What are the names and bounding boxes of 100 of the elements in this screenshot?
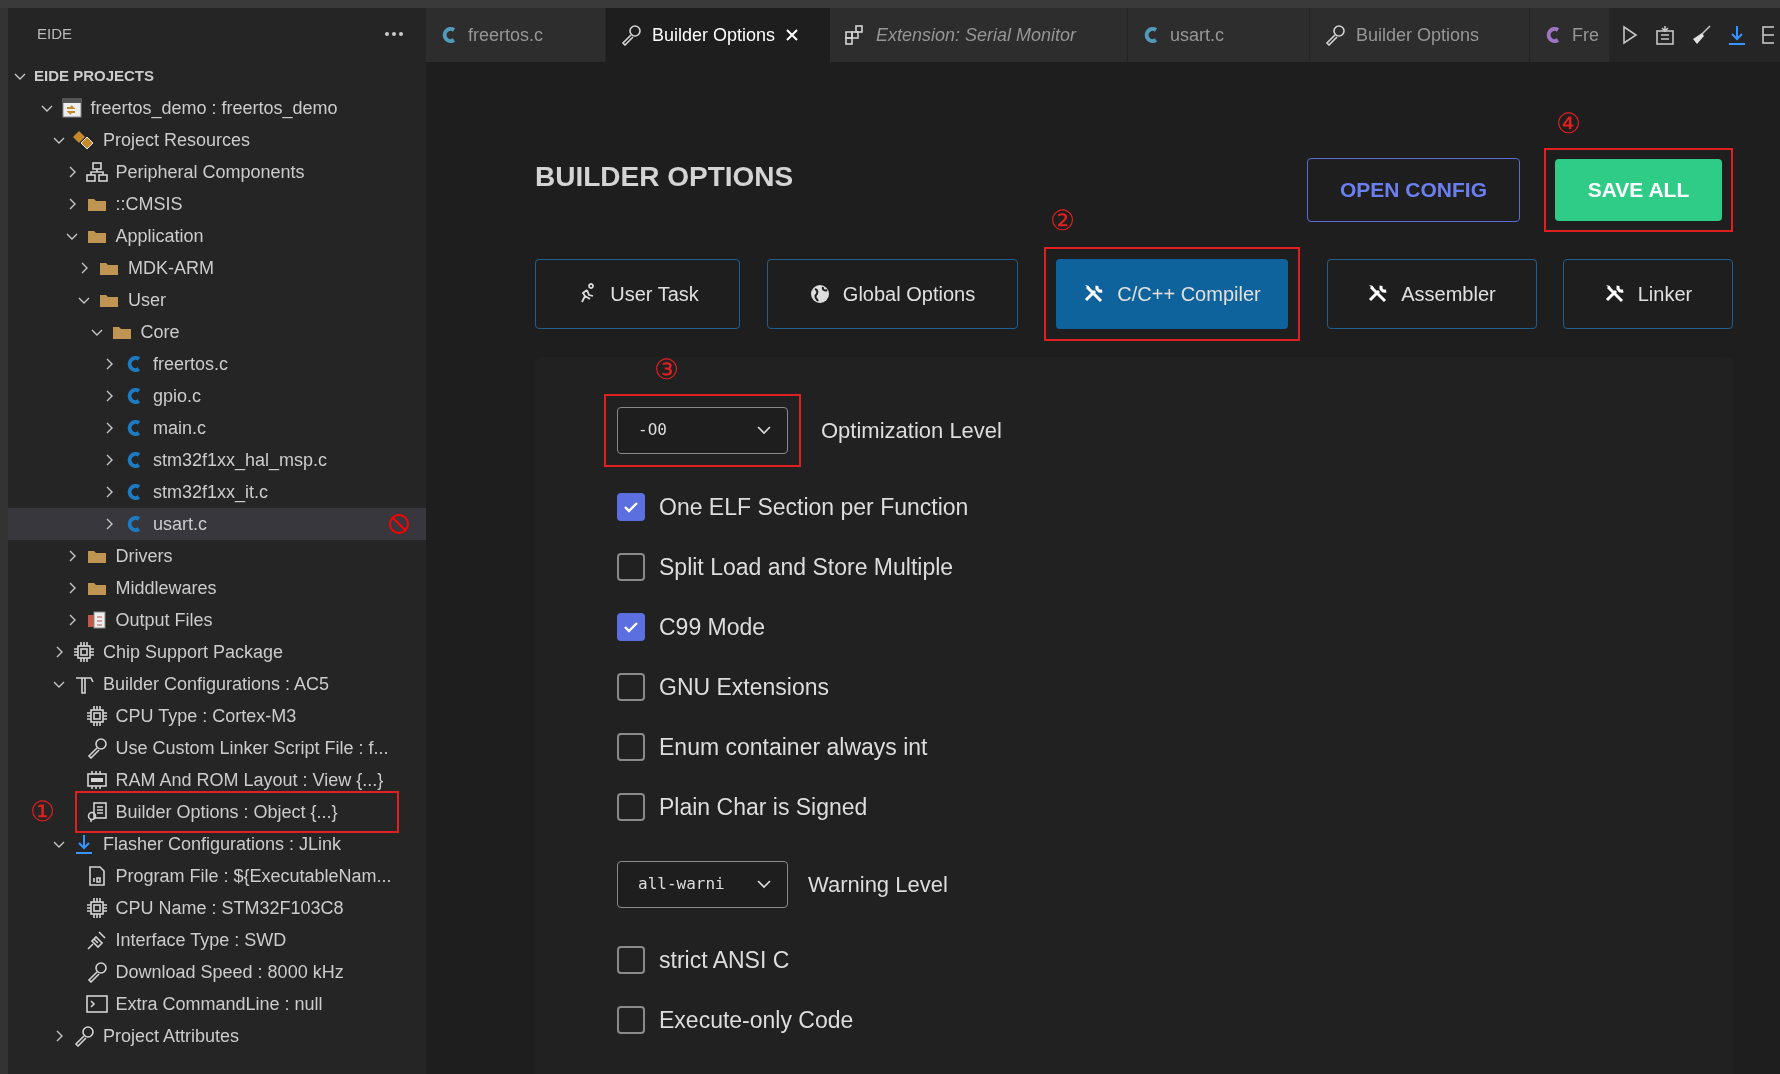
section-tab[interactable]: User Task [535,259,740,329]
editor-tab[interactable]: Extension: Serial Monitor [830,8,1128,62]
tree-item[interactable]: CPU Type : Cortex-M3 [8,700,426,732]
c-file-icon [440,25,458,45]
prohibited-icon [388,513,410,535]
editor-tab[interactable]: Builder Options [606,8,830,62]
hierarchy-icon [85,161,108,183]
c-file-icon [1142,25,1160,45]
download-icon [73,833,95,855]
section-tab[interactable]: C/C++ Compiler [1056,259,1288,329]
callout-number: ③ [654,355,679,384]
checkbox-label: One ELF Section per Function [659,492,969,522]
section-tab[interactable]: Linker [1563,259,1733,329]
checkbox[interactable] [617,493,645,521]
editor-tab[interactable]: usart.c [1128,8,1310,62]
callout-number: ④ [1556,110,1581,138]
binary-file-icon [86,865,107,887]
page-title: BUILDER OPTIONS [535,160,794,194]
chip-icon [85,705,108,727]
c-file-icon [125,418,143,438]
tree-item[interactable]: Builder Options : Object {...} [63,796,426,828]
checkbox-label: C99 Mode [659,612,766,642]
checkbox-label: Enum container always int [659,732,928,762]
checkbox-label: strict ANSI C [659,945,790,975]
tree-item[interactable]: Flasher Configurations : JLink [8,828,426,860]
tree-item[interactable]: freertos_demo : freertos_demo [8,92,426,124]
checkbox-label: GNU Extensions [659,672,829,702]
c-file-icon [125,450,143,470]
tree-item[interactable]: freertos.c [8,348,426,380]
memory-icon [85,769,108,791]
tree-item[interactable]: Drivers [8,540,426,572]
section-tab[interactable]: Global Options [766,259,1018,329]
checkbox[interactable] [617,733,645,761]
tree-item[interactable]: stm32f1xx_hal_msp.c [8,444,426,476]
tree-item[interactable]: gpio.c [8,380,426,412]
c-file-icon [125,354,143,374]
callout-number: ② [1050,207,1075,235]
tree-item[interactable]: Builder Configurations : AC5 [8,668,426,700]
open-config-button[interactable]: OPEN CONFIG [1307,158,1520,222]
checkbox[interactable] [617,613,645,641]
build-icon[interactable] [1654,24,1676,46]
checkbox-label: Split Load and Store Multiple [659,552,954,582]
tree-item[interactable]: User [8,284,426,316]
terminal-icon [85,994,108,1014]
tree-item[interactable]: main.c [8,412,426,444]
tree-item[interactable]: Middlewares [8,572,426,604]
diamonds-icon [72,129,96,151]
dropdown[interactable]: -O0 [617,406,788,454]
tree-item[interactable]: Use Custom Linker Script File : f... [8,732,426,764]
tree-item[interactable]: stm32f1xx_it.c [8,476,426,508]
broom-icon[interactable] [1690,24,1712,46]
extension-icon [844,24,866,46]
chip-icon [85,897,108,919]
tree-item[interactable]: Project Attributes [8,1020,426,1052]
tree-item[interactable]: Application [8,220,426,252]
callout-number: ① [29,798,55,826]
section-header[interactable]: EIDE PROJECTS [8,60,426,92]
download-icon[interactable] [1726,24,1748,46]
close-icon[interactable] [785,28,800,42]
c-file-icon [125,386,143,406]
tree-item[interactable]: Extra CommandLine : null [8,988,426,1020]
tree-item[interactable]: Download Speed : 8000 kHz [8,956,426,988]
sidebar-title: EIDE [37,23,72,44]
dropdown[interactable]: all-warni [617,860,788,908]
tree-item[interactable]: MDK-ARM [8,252,426,284]
tree-item[interactable]: Peripheral Components [8,156,426,188]
tree-item[interactable]: Output Files [8,604,426,636]
tree-item[interactable]: CPU Name : STM32F103C8 [8,892,426,924]
option-label: Warning Level [808,870,948,899]
checkbox[interactable] [617,793,645,821]
tree-item[interactable]: Program File : ${ExecutableNam... [8,860,426,892]
checkbox-label: Plain Char is Signed [659,792,868,822]
editor-tab[interactable]: Builder Options [1310,8,1530,62]
section-tab[interactable]: Assembler [1326,259,1537,329]
globe-icon [808,283,831,305]
checkbox[interactable] [617,1006,645,1034]
c-file-icon [1544,25,1562,45]
tree-item[interactable]: usart.c [8,508,426,540]
window-icon [60,97,83,119]
checkbox[interactable] [617,946,645,974]
editor-tab[interactable]: Fre [1530,8,1610,62]
checkbox[interactable] [617,553,645,581]
split-editor-icon[interactable] [1762,24,1774,46]
chip-icon [73,641,95,663]
tree-item[interactable]: Chip Support Package [8,636,426,668]
document-wrench-icon [85,801,108,823]
tree-item[interactable]: RAM And ROM Layout : View {...} [8,764,426,796]
c-file-icon [125,482,143,502]
tree-item[interactable]: Project Resources [8,124,426,156]
plug-icon [85,929,108,951]
c-file-icon [125,514,143,534]
option-label: Optimization Level [821,416,1002,445]
tree-item[interactable]: Interface Type : SWD [8,924,426,956]
more-icon[interactable] [384,31,404,37]
checkbox-label: Execute-only Code [659,1005,854,1035]
tree-item[interactable]: ::CMSIS [8,188,426,220]
tools-icon [1603,283,1626,305]
tree-item[interactable]: Core [8,316,426,348]
editor-tab[interactable]: freertos.c [426,8,606,62]
checkbox[interactable] [617,673,645,701]
